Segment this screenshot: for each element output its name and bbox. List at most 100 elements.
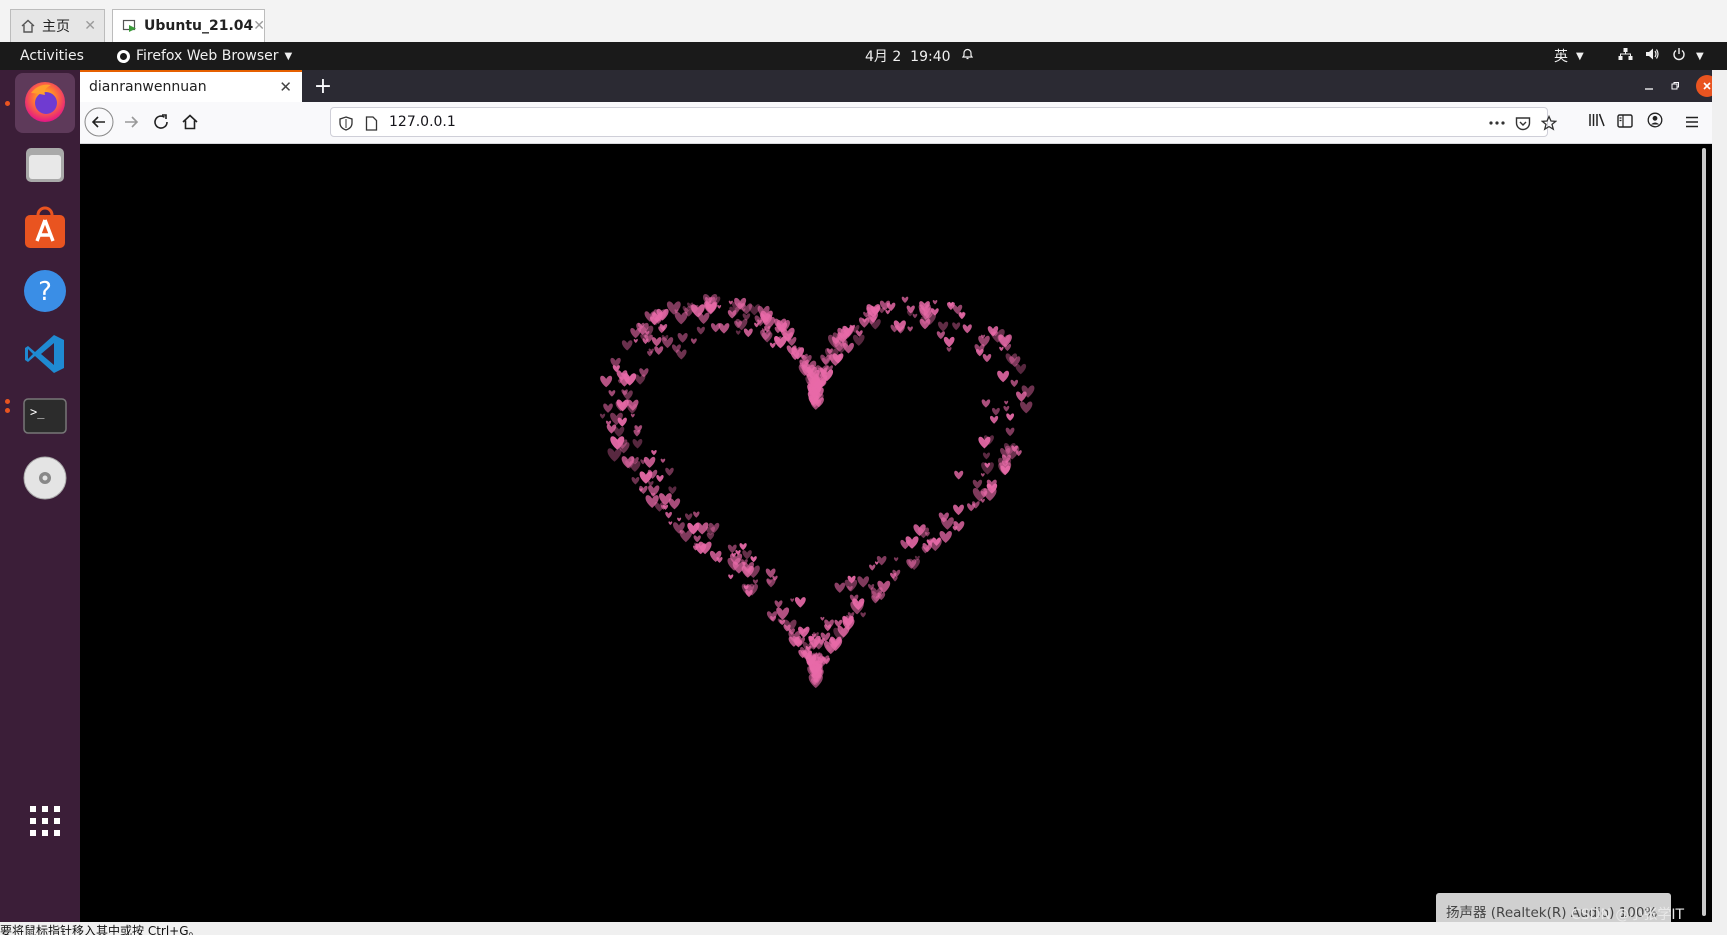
vm-tab-home[interactable]: 主页 ✕ — [10, 9, 105, 42]
mini-heart — [630, 413, 635, 418]
activities-button[interactable]: Activities — [20, 42, 84, 70]
mini-heart — [794, 597, 806, 608]
mini-heart — [769, 342, 776, 349]
window-edge — [1712, 70, 1727, 922]
mini-heart — [946, 347, 952, 352]
page-content[interactable] — [80, 144, 1712, 922]
mini-heart — [900, 539, 911, 550]
pocket-icon[interactable] — [1514, 114, 1532, 132]
mini-heart — [1019, 401, 1033, 414]
maximize-button[interactable] — [1664, 75, 1686, 97]
mini-heart — [912, 313, 918, 319]
mini-heart — [600, 375, 613, 388]
mini-heart — [622, 390, 633, 401]
heart-animation — [599, 293, 1035, 689]
mini-heart — [617, 417, 627, 427]
mini-heart — [997, 370, 1010, 383]
account-button[interactable] — [1640, 107, 1670, 137]
input-method-indicator[interactable]: 英 ▼ — [1554, 42, 1584, 70]
url-text[interactable]: 127.0.0.1 — [389, 108, 456, 136]
vm-icon — [122, 18, 138, 34]
close-icon[interactable]: ✕ — [253, 18, 265, 34]
mini-heart — [869, 564, 876, 571]
mini-heart — [858, 317, 870, 328]
menu-button[interactable] — [1677, 107, 1707, 137]
mini-heart — [820, 354, 831, 365]
mini-heart — [693, 535, 701, 543]
home-icon — [20, 18, 36, 34]
apps-grid-icon — [28, 804, 62, 842]
mini-heart — [907, 326, 913, 332]
mini-heart — [980, 498, 985, 503]
mini-heart — [776, 607, 790, 620]
bookmark-star-icon[interactable] — [1540, 114, 1558, 132]
mini-heart — [790, 598, 795, 603]
system-menu[interactable]: ▼ — [1618, 42, 1704, 70]
mini-heart — [608, 390, 616, 397]
clock[interactable]: 4月 2 19:40 — [865, 42, 974, 70]
power-icon — [1672, 47, 1686, 65]
vm-tab-label: Ubuntu_21.04 — [144, 18, 254, 34]
hamburger-icon — [1685, 113, 1699, 132]
mini-heart — [710, 323, 721, 333]
dock-item-software[interactable] — [15, 200, 75, 260]
mini-heart — [677, 517, 682, 522]
home-button[interactable] — [175, 107, 205, 137]
dock-item-show-apps[interactable] — [15, 793, 75, 853]
mini-heart — [674, 311, 688, 325]
navigation-toolbar: 127.0.0.1 — [80, 102, 1712, 144]
mini-heart — [940, 517, 954, 530]
mini-heart — [728, 574, 734, 580]
vm-tab-label: 主页 — [42, 19, 70, 35]
bell-icon — [961, 47, 974, 65]
mini-heart — [693, 511, 700, 518]
browser-tab[interactable]: dianranwennuan ✕ — [80, 70, 302, 102]
dock-item-disc[interactable] — [15, 450, 75, 510]
mini-heart — [901, 296, 909, 304]
mini-heart — [632, 439, 643, 449]
mini-heart — [684, 513, 693, 521]
close-icon[interactable]: ✕ — [279, 78, 292, 96]
url-bar[interactable]: 127.0.0.1 — [330, 107, 1557, 137]
library-button[interactable] — [1582, 107, 1612, 137]
close-icon[interactable]: ✕ — [84, 18, 96, 34]
dock-item-files[interactable] — [15, 137, 75, 197]
vm-tab-ubuntu[interactable]: Ubuntu_21.04 ✕ — [112, 9, 265, 42]
dock-item-vscode[interactable] — [15, 326, 75, 386]
mini-heart — [621, 340, 633, 351]
sidebar-button[interactable] — [1610, 107, 1640, 137]
shield-icon[interactable] — [337, 114, 355, 132]
mini-heart — [651, 337, 662, 347]
new-tab-button[interactable]: + — [308, 70, 338, 102]
back-button[interactable] — [84, 107, 114, 137]
mini-heart — [633, 339, 638, 344]
dock-item-help[interactable]: ? — [15, 263, 75, 323]
minimize-button[interactable] — [1638, 75, 1660, 97]
mini-heart — [834, 619, 843, 628]
chevron-down-icon: ▼ — [1696, 50, 1704, 62]
mini-heart — [651, 449, 657, 456]
svg-text:?: ? — [38, 277, 52, 307]
running-indicator — [5, 399, 10, 404]
mini-heart — [1005, 427, 1015, 437]
page-actions-icon[interactable] — [1488, 114, 1506, 132]
running-indicator — [5, 101, 10, 106]
mini-heart — [603, 403, 613, 413]
mini-heart — [665, 467, 674, 476]
mini-heart — [834, 582, 846, 593]
datetime-label: 4月 2 19:40 — [865, 49, 951, 65]
dock-item-firefox[interactable] — [15, 73, 75, 133]
mini-heart — [630, 327, 641, 339]
mini-heart — [943, 336, 955, 348]
mini-heart — [952, 322, 961, 331]
chevron-down-icon: ▼ — [284, 50, 293, 62]
forward-button[interactable] — [116, 107, 146, 137]
mini-heart — [727, 544, 737, 554]
mini-heart — [972, 479, 983, 489]
scrollbar[interactable] — [1702, 148, 1706, 916]
mini-heart — [982, 353, 992, 363]
app-menu-button[interactable]: Firefox Web Browser ▼ — [117, 42, 292, 70]
mini-heart — [661, 337, 674, 349]
reload-button[interactable] — [146, 107, 176, 137]
dock-item-terminal[interactable]: >_ — [15, 388, 75, 448]
